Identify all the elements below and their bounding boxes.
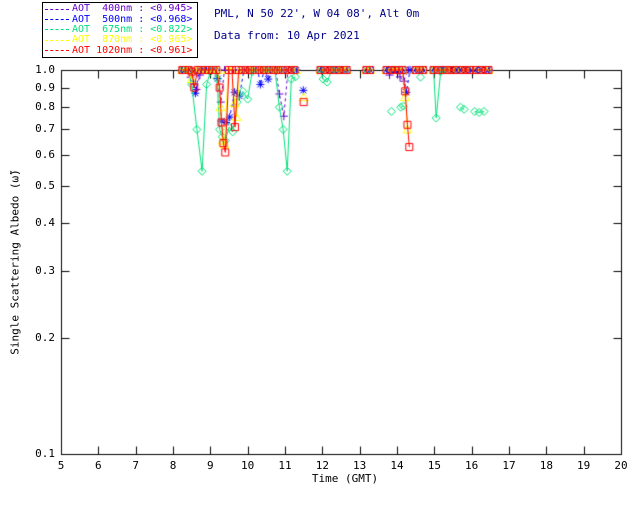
data-date: Data from: 10 Apr 2021 <box>214 29 360 42</box>
legend-line-sample <box>45 50 69 52</box>
y-tick-label: 0.9 <box>35 80 55 94</box>
y-tick-label: 0.5 <box>35 178 55 192</box>
legend-line-sample <box>45 39 69 41</box>
x-tick-label: 12 <box>315 459 329 472</box>
x-tick-label: 11 <box>278 459 292 472</box>
y-tick-label: 0.8 <box>35 100 55 114</box>
legend-item: AOT 400nm : <0.945> <box>45 4 195 14</box>
y-tick-label: 0.4 <box>35 215 55 229</box>
x-axis-title: Time (GMT) <box>311 472 379 485</box>
y-tick-label: 0.6 <box>35 148 55 162</box>
x-tick-label: 14 <box>390 459 404 472</box>
x-tick-label: 20 <box>614 459 628 472</box>
x-tick-label: 7 <box>132 459 139 472</box>
y-tick-label: 0.7 <box>35 122 55 136</box>
legend-box: AOT 400nm : <0.945> AOT 500nm : <0.968> AO… <box>42 2 198 58</box>
ssa-chart-canvas <box>0 0 640 512</box>
ssa-plot-page: AOT 400nm : <0.945> AOT 500nm : <0.968> AO… <box>0 0 640 512</box>
legend-line-sample <box>45 19 69 21</box>
x-tick-label: 13 <box>353 459 367 472</box>
legend-item: AOT 1020nm : <0.961> <box>45 44 195 56</box>
x-tick-label: 5 <box>57 459 65 472</box>
x-tick-label: 16 <box>465 459 479 472</box>
y-axis-title: Single Scattering Albedo (ω̃) <box>8 169 22 355</box>
legend-item: AOT 870nm : <0.965> <box>45 35 195 45</box>
x-tick-label: 15 <box>427 459 441 472</box>
site-title: PML, N 50 22', W 04 08', Alt 0m <box>214 7 420 20</box>
x-tick-label: 8 <box>169 459 177 472</box>
legend-line-sample <box>45 29 69 31</box>
x-tick-label: 6 <box>95 459 102 472</box>
x-tick-label: 18 <box>539 459 553 472</box>
legend-item-label: AOT 870nm : <0.965> <box>72 34 193 46</box>
legend-item-label: AOT 1020nm : <0.961> <box>72 44 193 56</box>
x-tick-label: 19 <box>577 459 591 472</box>
y-tick-label: 0.1 <box>35 447 55 460</box>
y-tick-label: 0.2 <box>35 331 55 345</box>
x-tick-label: 17 <box>502 459 516 472</box>
legend-item-label: AOT 400nm : <0.945> <box>72 3 193 15</box>
y-tick-label: 0.3 <box>35 263 55 277</box>
y-tick-label: 1.0 <box>35 63 55 76</box>
legend-line-sample <box>45 8 69 10</box>
x-tick-label: 10 <box>241 459 255 472</box>
x-tick-label: 9 <box>207 459 214 472</box>
